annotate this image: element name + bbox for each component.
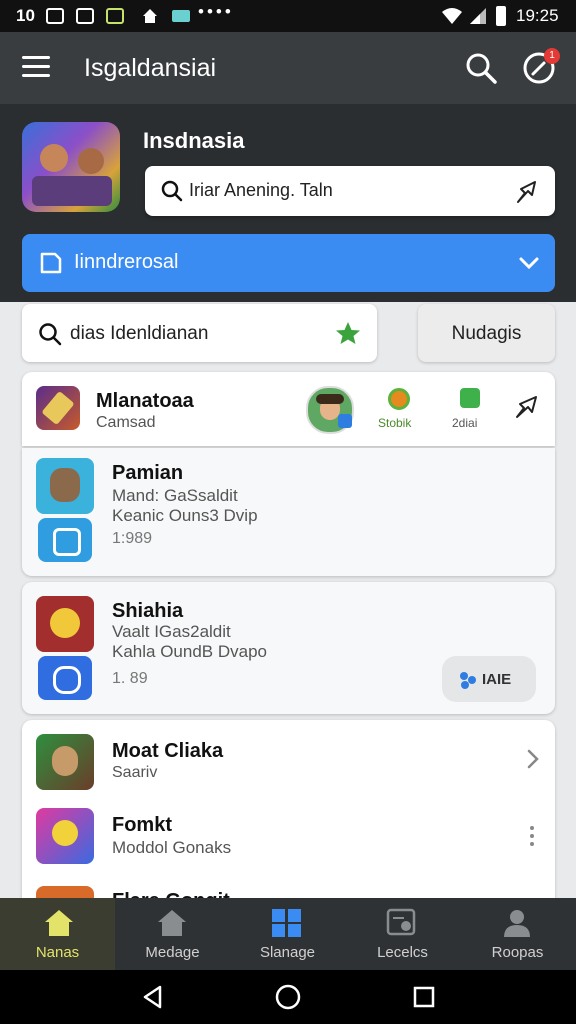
person-icon xyxy=(504,910,530,937)
bookmark-icon xyxy=(40,252,62,274)
library-icon xyxy=(386,908,416,936)
menu-icon[interactable] xyxy=(22,56,50,78)
app-line1: Mand: GaSsaldit xyxy=(112,486,238,505)
content-area: dias Idenldianan Nudagis Mlanatoaa Camsa… xyxy=(0,302,576,898)
home-button-icon[interactable] xyxy=(274,983,302,1011)
app-name: Pamian xyxy=(112,462,184,484)
list-item-name: Flare Gongit xyxy=(112,890,230,898)
home-icon xyxy=(45,910,73,936)
list-item[interactable]: Moat Cliaka Saariv xyxy=(22,720,555,802)
status-bar: 10 •••• 19:25 xyxy=(0,0,576,32)
nav-label: Nanas xyxy=(35,944,80,961)
chevron-right-icon xyxy=(527,749,539,769)
status-time: 19:25 xyxy=(516,6,559,25)
app-list: Moat Cliaka Saariv Fomkt Moddol Gonaks F… xyxy=(22,720,555,898)
more-notifications-icon: •••• xyxy=(198,2,234,21)
stobik-icon xyxy=(388,388,410,410)
app-bar: Isgaldansiai 1 xyxy=(0,32,576,104)
featured-app-icon xyxy=(36,386,80,430)
app-secondary-icon xyxy=(38,656,92,700)
star-icon[interactable] xyxy=(334,320,362,346)
badge2-label: 2diai xyxy=(452,416,478,430)
filter-button-label: Nudagis xyxy=(451,323,522,344)
featured-row[interactable]: Mlanatoaa Camsad Stobik 2diai xyxy=(22,372,555,446)
featured-name: Mlanatoaa xyxy=(96,390,194,412)
cast-icon xyxy=(172,10,190,22)
app-card[interactable]: Pamian Mand: GaSsaldit Keanic Ouns3 Dvip… xyxy=(22,448,555,576)
install-button[interactable]: IAIE xyxy=(442,656,536,702)
bottom-navigation: Nanas Medage Slanage Lecelcs Roopas xyxy=(0,898,576,970)
category-label: Iinndrerosal xyxy=(74,251,179,273)
search-icon xyxy=(39,323,62,346)
nav-item-library[interactable]: Lecelcs xyxy=(345,898,460,970)
share-icon[interactable] xyxy=(514,394,542,420)
app-icon xyxy=(36,458,94,514)
notification-badge: 1 xyxy=(544,48,560,64)
nav-item-manage[interactable]: Slanage xyxy=(230,898,345,970)
share-icon[interactable] xyxy=(515,179,541,205)
featured-subtitle: Camsad xyxy=(96,414,156,431)
featured-game-icon[interactable] xyxy=(22,122,120,212)
app-line1: Vaalt IGas2aldit xyxy=(112,622,231,641)
diai-icon xyxy=(460,388,480,408)
nav-item-messages[interactable]: Medage xyxy=(115,898,230,970)
list-item[interactable]: Fomkt Moddol Gonaks xyxy=(22,802,555,880)
badge1-label: Stobik xyxy=(378,416,412,430)
notification-icon xyxy=(46,8,64,24)
app-line2: Kahla OundB Dvapo xyxy=(112,642,267,661)
nav-item-profile[interactable]: Roopas xyxy=(460,898,575,970)
app-name: Shiahia xyxy=(112,600,184,622)
avatar-badge-icon xyxy=(338,414,352,428)
signal-icon xyxy=(470,8,486,24)
status-left-text: 10 xyxy=(16,6,35,25)
header-search-text: Iriar Anening. Taln xyxy=(189,180,333,200)
list-search-text: dias Idenldianan xyxy=(70,323,209,344)
install-button-label: IAIE xyxy=(482,671,512,688)
nav-label: Roopas xyxy=(491,944,544,961)
gallery-icon xyxy=(76,8,94,24)
app-title: Isgaldansiai xyxy=(84,54,217,82)
category-dropdown[interactable]: Iinndrerosal xyxy=(22,234,555,292)
search-icon xyxy=(161,180,183,202)
app-notification-icon xyxy=(106,8,124,24)
wifi-icon xyxy=(442,8,462,24)
system-navigation-bar xyxy=(0,970,576,1024)
more-options-icon[interactable] xyxy=(530,826,534,846)
back-icon[interactable] xyxy=(140,984,166,1010)
header-title: Insdnasia xyxy=(143,128,245,153)
filter-button[interactable]: Nudagis xyxy=(418,304,555,362)
list-item-icon xyxy=(36,808,94,864)
list-item-sub: Moddol Gonaks xyxy=(112,838,232,857)
nav-label: Medage xyxy=(145,944,200,961)
app-line2: Keanic Ouns3 Dvip xyxy=(112,506,258,525)
list-item[interactable]: Flare Gongit xyxy=(22,880,555,898)
puzzle-icon xyxy=(460,672,476,689)
app-meta: 1. 89 xyxy=(112,670,148,687)
battery-icon xyxy=(496,6,506,26)
list-item-icon xyxy=(36,734,94,790)
nav-label: Lecelcs xyxy=(377,944,428,961)
nav-label: Slanage xyxy=(259,944,316,961)
list-item-icon xyxy=(36,886,94,898)
store-icon xyxy=(158,910,186,936)
chevron-down-icon xyxy=(519,257,539,270)
recents-icon[interactable] xyxy=(412,985,436,1009)
list-item-name: Moat Cliaka xyxy=(112,740,224,762)
app-card[interactable]: Shiahia Vaalt IGas2aldit Kahla OundB Dva… xyxy=(22,582,555,714)
list-item-sub: Saariv xyxy=(112,764,158,781)
grid-icon xyxy=(272,909,301,937)
app-icon xyxy=(36,596,94,652)
nav-item-home[interactable]: Nanas xyxy=(0,898,115,970)
search-icon[interactable] xyxy=(465,52,497,84)
list-item-name: Fomkt xyxy=(112,814,172,836)
app-secondary-icon xyxy=(38,518,92,562)
header-search-field[interactable]: Iriar Anening. Taln xyxy=(145,166,555,216)
home-status-icon xyxy=(143,9,157,23)
app-meta: 1:989 xyxy=(112,530,153,547)
list-search-field[interactable]: dias Idenldianan xyxy=(22,304,377,362)
